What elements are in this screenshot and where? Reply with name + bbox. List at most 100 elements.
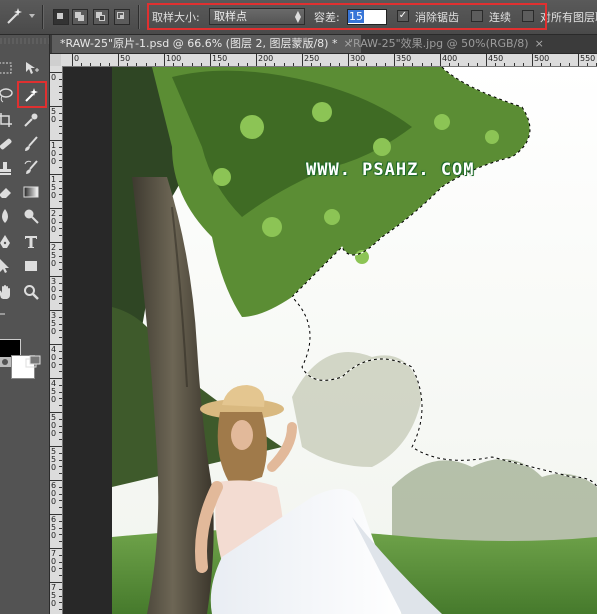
eyedropper-icon[interactable] xyxy=(20,109,42,131)
shape-icon[interactable] xyxy=(20,255,42,277)
ruler-minor-tick xyxy=(59,228,62,230)
swap-colors-icon[interactable] xyxy=(0,305,14,327)
ruler-minor-tick xyxy=(200,63,202,66)
ruler-minor-tick xyxy=(59,357,62,359)
screen-mode-icon[interactable] xyxy=(22,351,44,373)
ruler-minor-tick xyxy=(59,201,62,203)
ruler-minor-tick xyxy=(59,364,62,366)
type-icon[interactable] xyxy=(20,231,42,253)
subtract-from-selection-button[interactable] xyxy=(93,9,109,25)
ruler-minor-tick xyxy=(219,63,221,66)
ruler-minor-tick xyxy=(59,507,62,509)
ruler-minor-tick xyxy=(237,63,239,66)
ruler-vertical[interactable]: 0 50 100 150 200 250 300 350 400 450 500 550 600 650 7… xyxy=(50,66,63,614)
ruler-minor-tick xyxy=(59,561,62,563)
ruler-minor-tick xyxy=(154,63,156,66)
ruler-minor-tick xyxy=(59,568,62,570)
magic-wand-highlight-box xyxy=(17,81,47,108)
ruler-minor-tick xyxy=(59,126,62,128)
ruler-tick-label: 550 xyxy=(51,447,57,472)
tool-preset-magic-wand-icon[interactable] xyxy=(4,6,24,26)
ruler-minor-tick xyxy=(283,63,285,66)
options-highlight-box xyxy=(147,3,547,30)
stamp-icon[interactable] xyxy=(0,157,16,179)
add-to-selection-button[interactable] xyxy=(72,9,88,25)
ruler-minor-tick xyxy=(59,119,62,121)
ruler-minor-tick xyxy=(59,588,62,590)
ruler-minor-tick xyxy=(59,350,62,352)
ruler-tick-label: 300 xyxy=(51,277,57,302)
healing-icon[interactable] xyxy=(0,133,16,155)
ruler-minor-tick xyxy=(246,63,248,66)
ruler-minor-tick xyxy=(59,167,62,169)
divider xyxy=(42,5,44,29)
ruler-minor-tick xyxy=(59,194,62,196)
crop-icon[interactable] xyxy=(0,109,16,131)
gradient-icon[interactable] xyxy=(20,181,42,203)
blur-icon[interactable] xyxy=(0,205,16,227)
ruler-tick-label: 100 xyxy=(51,141,57,166)
ruler-minor-tick xyxy=(292,63,294,66)
ruler-minor-tick xyxy=(59,316,62,318)
move-icon[interactable] xyxy=(20,57,42,79)
ruler-minor-tick xyxy=(173,63,175,66)
quick-mask-icon[interactable] xyxy=(0,351,16,373)
ruler-minor-tick xyxy=(59,296,62,298)
canvas-area[interactable]: WWW. PSAHZ. COM xyxy=(63,67,597,614)
ruler-minor-tick xyxy=(59,398,62,400)
ruler-minor-tick xyxy=(59,78,62,80)
ruler-minor-tick xyxy=(522,63,524,66)
ruler-minor-tick xyxy=(59,92,62,94)
ruler-minor-tick xyxy=(587,63,589,66)
intersect-selection-button[interactable] xyxy=(114,9,130,25)
ruler-minor-tick xyxy=(265,63,267,66)
document-tab-bar: *RAW-25"原片-1.psd @ 66.6% (图层 2, 图层蒙版/8) … xyxy=(50,35,597,54)
ruler-tick-label: 400 xyxy=(51,345,57,370)
history-brush-icon[interactable] xyxy=(20,157,42,179)
ruler-minor-tick xyxy=(99,63,101,66)
zoom-icon[interactable] xyxy=(20,281,42,303)
ruler-minor-tick xyxy=(458,63,460,66)
ruler-minor-tick xyxy=(59,459,62,461)
pen-icon[interactable] xyxy=(0,231,16,253)
ruler-minor-tick xyxy=(541,63,543,66)
ruler-minor-tick xyxy=(59,534,62,536)
tab-document-jpg[interactable]: "RAW-25"效果.jpg @ 50%(RGB/8) × xyxy=(340,35,552,53)
marquee-icon[interactable] xyxy=(0,57,16,79)
ruler-minor-tick xyxy=(59,493,62,495)
ruler-tick-label: 250 xyxy=(51,243,57,268)
brush-icon[interactable] xyxy=(20,133,42,155)
ruler-minor-tick xyxy=(357,63,359,66)
ruler-minor-tick xyxy=(59,384,62,386)
ruler-minor-tick xyxy=(59,112,62,114)
tab-document-psd[interactable]: *RAW-25"原片-1.psd @ 66.6% (图层 2, 图层蒙版/8) … xyxy=(52,35,361,53)
toolbox-grip[interactable] xyxy=(0,38,49,44)
ruler-minor-tick xyxy=(467,63,469,66)
eraser-icon[interactable] xyxy=(0,181,16,203)
new-selection-button[interactable] xyxy=(53,9,69,25)
ruler-minor-tick xyxy=(228,63,230,66)
ruler-tick-label: 0 xyxy=(51,73,57,82)
ruler-tick-label: 350 xyxy=(51,311,57,336)
ruler-minor-tick xyxy=(476,63,478,66)
ruler-minor-tick xyxy=(59,473,62,475)
lasso-icon[interactable] xyxy=(0,84,16,106)
hand-icon[interactable] xyxy=(0,281,16,303)
tool-preset-dropdown-icon[interactable] xyxy=(29,14,35,18)
ruler-horizontal[interactable]: 0501001502002503003504004505005506006507… xyxy=(61,54,597,67)
path-select-icon[interactable] xyxy=(0,255,16,277)
ruler-minor-tick xyxy=(430,63,432,66)
all-layers-label: 对所有图层取 xyxy=(540,11,597,24)
ruler-minor-tick xyxy=(59,391,62,393)
dodge-icon[interactable] xyxy=(20,205,42,227)
ruler-minor-tick xyxy=(59,221,62,223)
options-bar: 取样大小: 取样点 ▲▼ 容差: 15 ✓ 消除锯齿 连续 对所有图层取 xyxy=(0,0,597,35)
close-icon[interactable]: × xyxy=(535,37,544,50)
ruler-tick-label: 600 xyxy=(51,481,57,506)
divider xyxy=(138,5,140,29)
tab-label: "RAW-25"效果.jpg @ 50%(RGB/8) xyxy=(348,37,529,50)
ruler-minor-tick xyxy=(559,63,561,66)
ruler-minor-tick xyxy=(127,63,129,66)
ruler-minor-tick xyxy=(421,63,423,66)
ruler-minor-tick xyxy=(495,63,497,66)
